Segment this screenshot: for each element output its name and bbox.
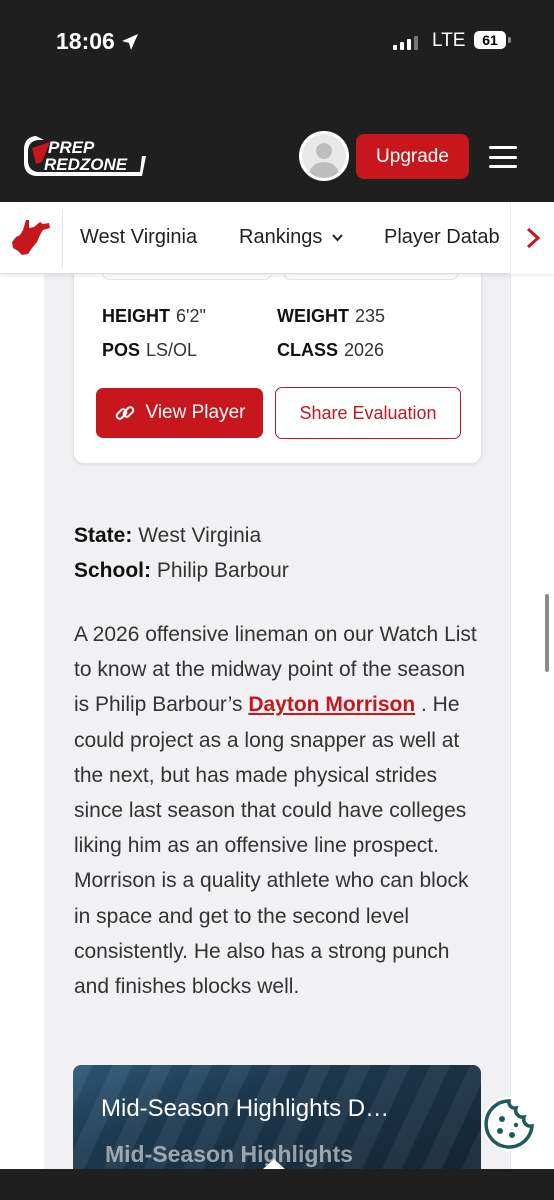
chevron-down-icon <box>332 233 344 241</box>
stat-class-value: 2026 <box>344 340 385 360</box>
link-icon <box>115 406 134 420</box>
meta-school-value: Philip Barbour <box>156 559 289 582</box>
video-overlay-text: Mid-Season Highlights <box>105 1141 353 1167</box>
nav-scroll-right-button[interactable] <box>510 202 554 274</box>
view-player-label: View Player <box>145 402 246 423</box>
browser-bottom-bar <box>0 1169 554 1200</box>
time-text: 18:06 <box>56 28 115 54</box>
prep-redzone-logo[interactable]: PREP REDZONE <box>22 134 148 178</box>
logo-text-redzone: REDZONE <box>44 155 128 174</box>
nav-item-player-database[interactable]: Player Datab <box>384 226 500 249</box>
cookie-settings-icon[interactable] <box>480 1095 538 1153</box>
stat-height: HEIGHT 6'2" <box>102 306 206 327</box>
avatar[interactable] <box>299 131 349 181</box>
hamburger-menu-icon[interactable] <box>489 146 517 168</box>
player-link[interactable]: Dayton Morrison <box>248 693 415 716</box>
panel-divider <box>510 274 511 1169</box>
share-evaluation-button[interactable]: Share Evaluation <box>275 387 461 439</box>
stat-weight: WEIGHT 235 <box>277 306 385 327</box>
stat-class-label: CLASS <box>277 340 339 360</box>
west-virginia-map-icon <box>12 220 50 255</box>
stat-height-value: 6'2" <box>176 306 206 326</box>
view-player-button[interactable]: View Player <box>96 388 263 438</box>
chevron-right-icon <box>526 227 540 249</box>
network-type: LTE <box>432 30 466 51</box>
upgrade-button[interactable]: Upgrade <box>356 134 469 179</box>
nav-divider <box>62 210 63 268</box>
meta-state-label: State: <box>74 524 133 547</box>
stat-class: CLASS 2026 <box>277 340 384 361</box>
status-bar: 18:06 LTE 61 <box>0 28 554 58</box>
play-icon <box>263 1159 285 1169</box>
status-time: 18:06 <box>56 28 139 55</box>
stat-pos-value: LS/OL <box>146 340 198 360</box>
article-rest: . He could project as a long snapper as … <box>74 693 469 999</box>
user-icon <box>308 143 340 178</box>
stat-weight-label: WEIGHT <box>277 306 349 326</box>
nav-item-rankings[interactable]: Rankings <box>239 226 344 249</box>
meta-school-label: School: <box>74 559 151 582</box>
stat-height-label: HEIGHT <box>102 306 171 326</box>
state-nav: West Virginia Rankings Player Datab <box>0 202 554 274</box>
article-body: A 2026 offensive lineman on our Watch Li… <box>74 617 484 1004</box>
meta-state: State: West Virginia <box>74 524 261 548</box>
scrollbar[interactable] <box>545 594 549 672</box>
stat-pos-label: POS <box>102 340 141 360</box>
video-embed[interactable]: Mid-Season Highlights D… Mid-Season High… <box>73 1065 481 1169</box>
battery-icon: 61 <box>474 31 511 49</box>
video-title: Mid-Season Highlights D… <box>101 1095 390 1122</box>
top-header: 18:06 LTE 61 PREP REDZONE Upgrade <box>0 0 554 202</box>
stat-pos: POS LS/OL <box>102 340 197 361</box>
signal-icon <box>393 36 418 50</box>
nav-item-west-virginia[interactable]: West Virginia <box>80 226 197 249</box>
meta-school: School: Philip Barbour <box>74 559 289 583</box>
location-arrow-icon <box>121 33 138 50</box>
nav-item-rankings-label: Rankings <box>239 226 323 248</box>
player-card: HEIGHT 6'2" WEIGHT 235 POS LS/OL CLASS 2026 … <box>74 260 481 463</box>
meta-state-value: West Virginia <box>138 524 262 547</box>
stat-weight-value: 235 <box>355 306 386 326</box>
